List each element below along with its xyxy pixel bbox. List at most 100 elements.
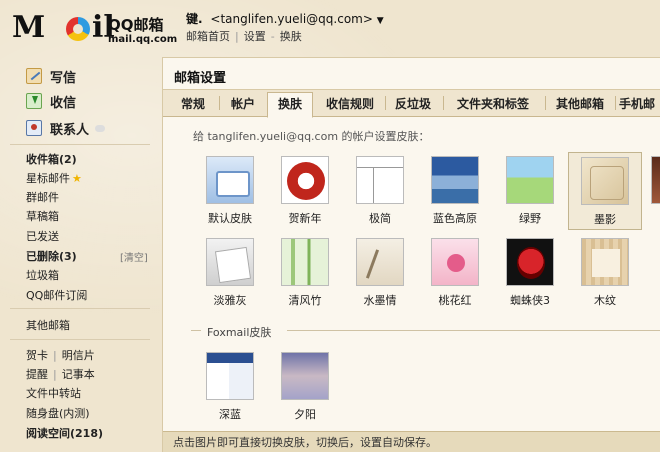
tab-separator bbox=[545, 96, 546, 110]
skin-thumbnail bbox=[206, 352, 254, 400]
skin-thumbnail bbox=[281, 238, 329, 286]
skin-thumbnail bbox=[431, 156, 479, 204]
folder-starred[interactable]: 星标邮件 ★ bbox=[26, 170, 82, 186]
clear-trash-link[interactable]: [清空] bbox=[120, 249, 148, 264]
tab-receive-rules[interactable]: 收信规则 bbox=[317, 94, 383, 116]
folder-deleted[interactable]: 已删除(3) bbox=[26, 248, 77, 264]
skin-thumbnail bbox=[581, 238, 629, 286]
skin-foxmail-deep-blue[interactable]: 深蓝 bbox=[193, 352, 267, 422]
divider bbox=[10, 339, 150, 340]
skin-minimal[interactable]: 极简 bbox=[343, 156, 417, 226]
skin-peach-blossom[interactable]: 桃花红 bbox=[418, 238, 492, 308]
chevron-down-icon[interactable]: ▼ bbox=[377, 16, 384, 26]
cloud-icon bbox=[95, 124, 106, 132]
foxmail-section-title: Foxmail皮肤 bbox=[203, 324, 276, 340]
folder-subscriptions[interactable]: QQ邮件订阅 bbox=[26, 287, 87, 303]
folder-drafts[interactable]: 草稿箱 bbox=[26, 208, 59, 224]
tab-general[interactable]: 常规 bbox=[173, 94, 213, 116]
skin-label: 水墨情 bbox=[363, 294, 397, 307]
link-reminder[interactable]: 提醒 bbox=[26, 368, 48, 381]
separator: | bbox=[235, 30, 239, 43]
skin-new-year[interactable]: 贺新年 bbox=[268, 156, 342, 226]
tab-separator bbox=[615, 96, 616, 110]
folder-other-mailboxes[interactable]: 其他邮箱 bbox=[26, 317, 70, 333]
header: M il QQ邮箱 mail.qq.com 键. <tanglifen.yuel… bbox=[0, 0, 660, 58]
tab-mobile-mail[interactable]: 手机邮 bbox=[619, 94, 660, 116]
header-links: 邮箱首页 | 设置 - 换肤 bbox=[186, 28, 302, 44]
skin-thumbnail bbox=[356, 238, 404, 286]
divider bbox=[10, 308, 150, 309]
logo-ring-icon bbox=[66, 17, 90, 41]
contacts-label: 联系人 bbox=[50, 122, 90, 138]
skin-green-field[interactable]: 绿野 bbox=[493, 156, 567, 226]
tab-anti-spam[interactable]: 反垃圾 bbox=[389, 94, 437, 116]
skin-spiderman-3[interactable]: 蜘蛛侠3 bbox=[493, 238, 567, 308]
skin-label: 深蓝 bbox=[219, 408, 241, 421]
link-settings[interactable]: 设置 bbox=[244, 30, 266, 43]
skin-thumbnail bbox=[506, 156, 554, 204]
skin-thumbnail bbox=[506, 238, 554, 286]
skin-blue-plateau[interactable]: 蓝色高原 bbox=[418, 156, 492, 226]
skin-label: 贺新年 bbox=[288, 212, 322, 225]
tab-folders-labels[interactable]: 文件夹和标签 bbox=[447, 94, 539, 116]
tab-separator bbox=[443, 96, 444, 110]
separator: | bbox=[53, 368, 57, 381]
receive-label: 收信 bbox=[50, 95, 77, 111]
link-file-transfer[interactable]: 文件中转站 bbox=[26, 385, 81, 401]
skin-thumbnail bbox=[206, 156, 254, 204]
logo-m: M bbox=[12, 10, 45, 45]
sidebar: 写信 收信 联系人 收件箱(2) 星标邮件 ★ 群邮件 草稿箱 已发送 已删除(3… bbox=[0, 58, 160, 452]
tools-row-reminders: 提醒 | 记事本 bbox=[26, 366, 95, 382]
skin-label: 清风竹 bbox=[288, 294, 322, 307]
write-button[interactable]: 写信 bbox=[26, 65, 76, 87]
skin-label: 淡雅灰 bbox=[213, 294, 247, 307]
skin-label: 木纹 bbox=[594, 294, 616, 307]
skin-breeze-bamboo[interactable]: 清风竹 bbox=[268, 238, 342, 308]
logo-domain: mail.qq.com bbox=[108, 34, 178, 45]
skin-label: 蓝色高原 bbox=[433, 212, 477, 225]
skin-label: 桃花红 bbox=[438, 294, 472, 307]
link-reading-space[interactable]: 阅读空间(218) bbox=[26, 425, 103, 441]
user-account[interactable]: 键. <tanglifen.yueli@qq.com> ▼ bbox=[186, 10, 384, 27]
link-notes[interactable]: 记事本 bbox=[62, 368, 95, 381]
status-bar: 点击图片即可直接切换皮肤，切换后，设置自动保存。 bbox=[163, 431, 660, 452]
link-greeting-card[interactable]: 贺卡 bbox=[26, 349, 48, 362]
skin-ink-wash[interactable]: 水墨情 bbox=[343, 238, 417, 308]
skin-foxmail-sunset[interactable]: 夕阳 bbox=[268, 352, 342, 422]
tab-account[interactable]: 帐户 bbox=[223, 94, 263, 116]
receive-button[interactable]: 收信 bbox=[26, 90, 76, 112]
skin-wood-grain[interactable]: 木纹 bbox=[568, 238, 642, 308]
folder-group[interactable]: 群邮件 bbox=[26, 189, 59, 205]
skin-instruction: 给 tanglifen.yueli@qq.com 的帐户设置皮肤： bbox=[193, 130, 430, 143]
tab-other-mailboxes[interactable]: 其他邮箱 bbox=[549, 94, 611, 116]
page-title: 邮箱设置 bbox=[174, 71, 227, 86]
skin-label: 夕阳 bbox=[294, 408, 316, 421]
tab-skin[interactable]: 换肤 bbox=[267, 92, 313, 118]
folder-inbox[interactable]: 收件箱(2) bbox=[26, 151, 77, 167]
link-mail-home[interactable]: 邮箱首页 bbox=[186, 30, 230, 43]
skin-thumbnail bbox=[431, 238, 479, 286]
inbox-download-icon bbox=[26, 93, 42, 109]
contacts-button[interactable]: 联系人 bbox=[26, 117, 106, 139]
skin-ink-shadow[interactable]: 墨影 bbox=[568, 152, 642, 230]
write-label: 写信 bbox=[50, 70, 77, 86]
qqmail-logo[interactable]: M il QQ邮箱 mail.qq.com bbox=[12, 8, 177, 48]
section-divider bbox=[287, 330, 660, 331]
skin-default[interactable]: 默认皮肤 bbox=[193, 156, 267, 226]
tab-separator bbox=[219, 96, 220, 110]
skin-label: 默认皮肤 bbox=[208, 212, 252, 225]
user-name: 键. bbox=[186, 12, 203, 26]
link-portable-disk[interactable]: 随身盘(内测) bbox=[26, 405, 90, 421]
divider bbox=[10, 144, 150, 145]
skin-partial-right[interactable] bbox=[651, 156, 660, 204]
folder-sent[interactable]: 已发送 bbox=[26, 228, 59, 244]
skin-thumbnail bbox=[281, 156, 329, 204]
folder-starred-label: 星标邮件 bbox=[26, 172, 70, 185]
pencil-icon bbox=[26, 68, 42, 84]
folder-spam[interactable]: 垃圾箱 bbox=[26, 267, 59, 283]
tools-row-cards: 贺卡 | 明信片 bbox=[26, 347, 95, 363]
skin-thumbnail bbox=[581, 157, 629, 205]
skin-elegant-grey[interactable]: 淡雅灰 bbox=[193, 238, 267, 308]
link-postcard[interactable]: 明信片 bbox=[62, 349, 95, 362]
link-change-skin[interactable]: 换肤 bbox=[280, 30, 302, 43]
